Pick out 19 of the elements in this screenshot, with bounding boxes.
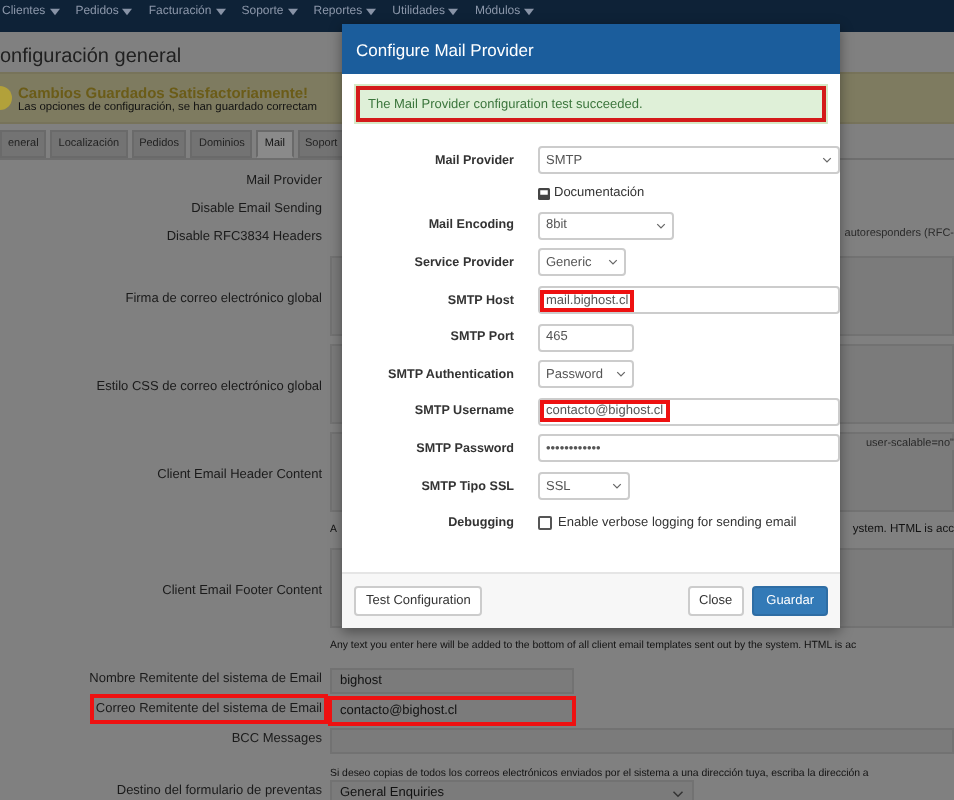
- input-field[interactable]: [330, 728, 954, 754]
- chevron-down-icon: [612, 482, 622, 491]
- chevron-down-icon: [822, 156, 832, 165]
- alert-icon: [0, 86, 12, 110]
- caret-icon: [49, 8, 60, 16]
- caret-icon: [448, 8, 459, 16]
- chevron-down-icon: [656, 221, 666, 230]
- caret-icon: [122, 8, 133, 16]
- caret-icon: [287, 8, 298, 16]
- caret-icon: [215, 8, 226, 16]
- chevron-down-icon: [608, 258, 618, 267]
- chevron-down-icon: [672, 789, 684, 797]
- caret-icon: [524, 8, 535, 16]
- checkbox[interactable]: [538, 516, 552, 531]
- modal-title: Configure Mail Provider: [356, 39, 534, 59]
- book-icon: [538, 187, 550, 200]
- chevron-down-icon: [616, 370, 626, 379]
- page-title: onfiguración general: [0, 46, 182, 68]
- caret-icon: [366, 8, 377, 16]
